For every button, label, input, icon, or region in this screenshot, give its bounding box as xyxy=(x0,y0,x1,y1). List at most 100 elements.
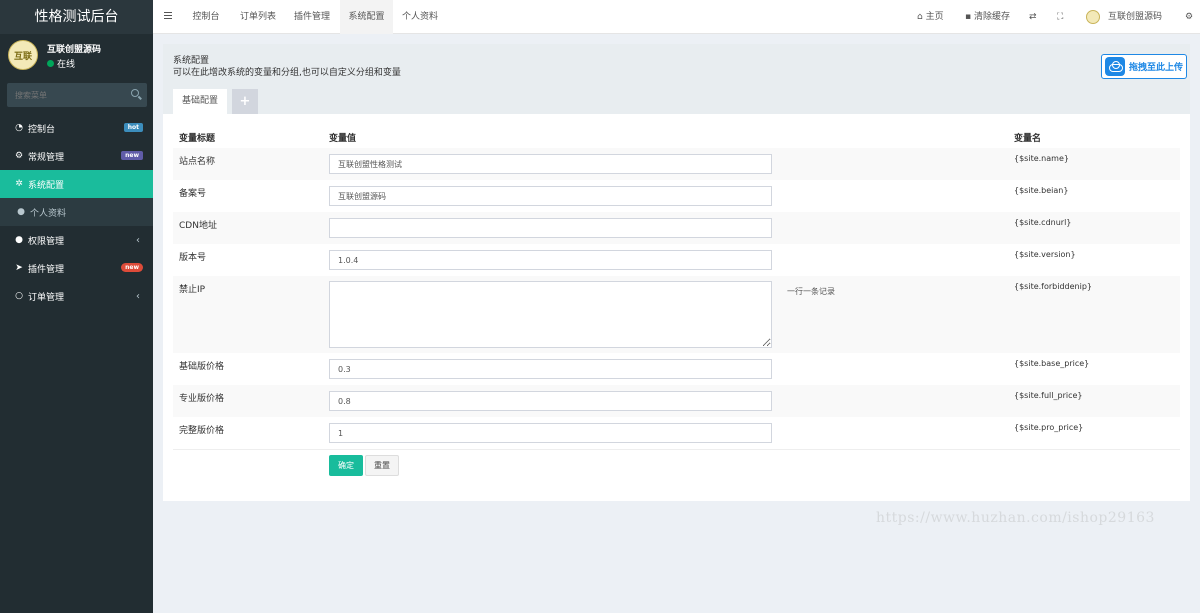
beian-field[interactable] xyxy=(329,186,772,206)
home-label: 主页 xyxy=(925,12,944,22)
variable-name: {$site.version} xyxy=(1014,250,1076,259)
trash-icon: ▪ xyxy=(965,12,972,22)
row-label: CDN地址 xyxy=(179,221,217,231)
dashboard-icon: ◔ xyxy=(15,123,23,133)
tab-dashboard[interactable]: 控制台 xyxy=(181,0,231,34)
avatar: 互联 xyxy=(8,40,38,70)
sidebar-item-label: 订单管理 xyxy=(28,292,65,303)
sidebar-item-label: 个人资料 xyxy=(30,208,67,219)
reset-button[interactable]: 重置 xyxy=(365,455,399,476)
home-icon: ⌂ xyxy=(917,12,923,22)
rocket-icon: ➤ xyxy=(15,263,23,273)
upload-label: 拖拽至此上传 xyxy=(1129,63,1184,73)
online-dot-icon xyxy=(47,60,54,67)
tab-system-config[interactable]: 系统配置 xyxy=(340,0,393,34)
page-description: 可以在此增改系统的变量和分组,也可以自定义分组和变量 xyxy=(173,68,401,78)
clear-cache-label: 清除缓存 xyxy=(973,12,1010,22)
user-panel: 互联 互联创盟源码 在线 xyxy=(0,34,153,78)
gear-icon: ✲ xyxy=(15,179,23,189)
search-icon[interactable] xyxy=(131,89,139,97)
watermark: https://www.huzhan.com/ishop29163 xyxy=(876,510,1155,526)
cdn-url-field[interactable] xyxy=(329,218,772,238)
table-row: 禁止IP 一行一条记录 {$site.forbiddenip} xyxy=(173,276,1180,353)
row-label: 备案号 xyxy=(179,189,207,199)
table-row: 站点名称 {$site.name} xyxy=(173,148,1180,180)
search-input[interactable] xyxy=(7,83,125,107)
home-link[interactable]: ⌂ 主页 xyxy=(917,0,944,34)
user-status: 在线 xyxy=(47,57,75,70)
cogs-icon: ⚙ xyxy=(14,151,24,161)
sidebar-item-orders[interactable]: ○ 订单管理 ‹ xyxy=(0,282,153,310)
topbar: 控制台 订单列表 插件管理 系统配置 个人资料 ⌂ 主页 ▪ 清除缓存 ⇄ ⛶ … xyxy=(153,0,1200,34)
tab-plugins[interactable]: 插件管理 xyxy=(285,0,339,34)
app-title[interactable]: 性格测试后台 xyxy=(0,0,153,34)
panel-header: 系统配置 可以在此增改系统的变量和分组,也可以自定义分组和变量 拖拽至此上传 基… xyxy=(163,44,1190,114)
settings-icon[interactable]: ⚙ xyxy=(1185,0,1193,34)
new-badge: new xyxy=(121,263,143,272)
table-row: 专业版价格 {$site.full_price} xyxy=(173,385,1180,417)
sidebar-item-system-config[interactable]: ✲ 系统配置 xyxy=(0,170,153,198)
sidebar-item-permissions[interactable]: ● 权限管理 ‹ xyxy=(0,226,153,254)
avatar[interactable] xyxy=(1086,10,1100,24)
submit-button[interactable]: 确定 xyxy=(329,455,363,476)
forbidden-ip-textarea[interactable] xyxy=(329,281,772,348)
chevron-left-icon: ‹ xyxy=(136,291,140,302)
sidebar-item-label: 插件管理 xyxy=(28,264,65,275)
menu-toggle-icon[interactable] xyxy=(164,12,172,19)
new-badge: new xyxy=(121,151,143,160)
clear-cache-link[interactable]: ▪ 清除缓存 xyxy=(965,0,1010,34)
variable-name: {$site.name} xyxy=(1014,154,1069,163)
column-header-name: 变量名 xyxy=(1014,134,1042,144)
sidebar: 性格测试后台 互联 互联创盟源码 在线 ◔ 控制台 hot ⚙ 常规管理 new… xyxy=(0,0,153,613)
cloud-upload-icon xyxy=(1105,57,1125,76)
sidebar-item-label: 系统配置 xyxy=(28,180,65,191)
fullscreen-icon[interactable]: ⛶ xyxy=(1057,0,1063,34)
variable-name: {$site.full_price} xyxy=(1014,391,1083,400)
translate-icon[interactable]: ⇄ xyxy=(1029,0,1037,34)
table-row: 基础版价格 {$site.base_price} xyxy=(173,353,1180,385)
variable-name: {$site.cdnurl} xyxy=(1014,218,1072,227)
row-label: 基础版价格 xyxy=(179,362,225,372)
sidebar-menu: ◔ 控制台 hot ⚙ 常规管理 new ✲ 系统配置 ● 个人资料 ● 权限管… xyxy=(0,114,153,310)
config-panel: 系统配置 可以在此增改系统的变量和分组,也可以自定义分组和变量 拖拽至此上传 基… xyxy=(163,44,1190,501)
hot-badge: hot xyxy=(123,123,143,132)
row-label: 禁止IP xyxy=(179,285,206,295)
version-field[interactable] xyxy=(329,250,772,270)
tab-profile[interactable]: 个人资料 xyxy=(393,0,447,34)
row-label: 完整版价格 xyxy=(179,426,225,436)
site-name-field[interactable] xyxy=(329,154,772,174)
variable-name: {$site.pro_price} xyxy=(1014,423,1084,432)
add-group-button[interactable]: + xyxy=(232,89,258,114)
sidebar-item-general[interactable]: ⚙ 常规管理 new xyxy=(0,142,153,170)
full-price-field[interactable] xyxy=(329,391,772,411)
user-name: 互联创盟源码 xyxy=(47,45,102,55)
topbar-user-name[interactable]: 互联创盟源码 xyxy=(1108,0,1162,34)
base-price-field[interactable] xyxy=(329,359,772,379)
table-divider xyxy=(173,449,1180,450)
circle-icon: ○ xyxy=(15,291,23,301)
row-label: 版本号 xyxy=(179,253,207,263)
variable-name: {$site.base_price} xyxy=(1014,359,1090,368)
table-row: 备案号 {$site.beian} xyxy=(173,180,1180,212)
sidebar-item-label: 常规管理 xyxy=(28,152,65,163)
row-label: 专业版价格 xyxy=(179,394,225,404)
tab-basic-config[interactable]: 基础配置 xyxy=(173,89,227,114)
sidebar-item-profile[interactable]: ● 个人资料 xyxy=(0,198,153,226)
row-label: 站点名称 xyxy=(179,157,216,167)
column-header-title: 变量标题 xyxy=(179,134,216,144)
tab-orders[interactable]: 订单列表 xyxy=(231,0,285,34)
chevron-left-icon: ‹ xyxy=(136,235,140,246)
drag-upload-button[interactable]: 拖拽至此上传 xyxy=(1101,54,1187,79)
user-status-label: 在线 xyxy=(57,60,76,70)
pro-price-field[interactable] xyxy=(329,423,772,443)
user-icon: ● xyxy=(17,207,25,217)
sidebar-item-label: 控制台 xyxy=(28,124,56,135)
variable-name: {$site.forbiddenip} xyxy=(1014,282,1093,291)
table-row: 版本号 {$site.version} xyxy=(173,244,1180,276)
field-hint: 一行一条记录 xyxy=(787,287,835,296)
sidebar-item-plugins[interactable]: ➤ 插件管理 new xyxy=(0,254,153,282)
sidebar-item-dashboard[interactable]: ◔ 控制台 hot xyxy=(0,114,153,142)
table-row: CDN地址 {$site.cdnurl} xyxy=(173,212,1180,244)
table-row: 完整版价格 {$site.pro_price} xyxy=(173,417,1180,449)
sidebar-search xyxy=(7,83,147,107)
